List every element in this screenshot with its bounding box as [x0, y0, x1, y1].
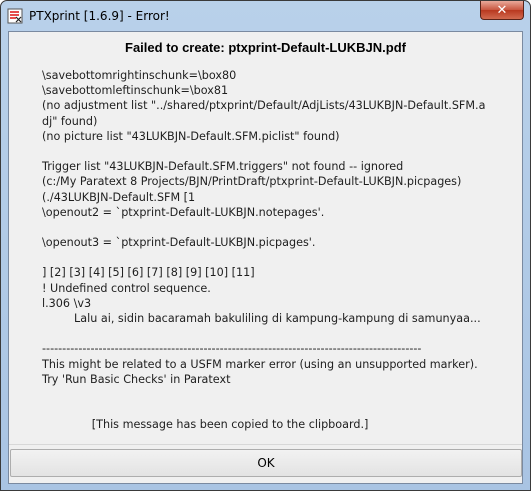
message-line: ----------------------------------------… [42, 342, 422, 356]
error-message-text: \savebottomrightinschunk=\box80 \savebott… [42, 68, 518, 433]
ok-button[interactable]: OK [10, 449, 522, 477]
message-line: Lalu ai, sidin bacaramah bakuliling di k… [42, 312, 481, 325]
message-line [42, 144, 518, 159]
message-line: Trigger list "43LUKBJN-Default.SFM.trigg… [42, 160, 404, 174]
close-button[interactable]: ✕ [480, 1, 524, 20]
message-line: (no adjustment list "../shared/ptxprint/… [42, 99, 486, 113]
message-line: \savebottomleftinschunk=\box81 [42, 84, 229, 98]
dialog-body: Failed to create: ptxprint-Default-LUKBJ… [8, 31, 523, 484]
button-bar: OK [9, 444, 522, 483]
message-line: (c:/My Paratext 8 Projects/BJN/PrintDraf… [42, 175, 462, 189]
message-line [42, 402, 518, 417]
title-bar[interactable]: PTXprint [1.6.9] - Error! ✕ [1, 1, 530, 31]
app-icon [7, 8, 23, 24]
message-line: (no picture list "43LUKBJN-Default.SFM.p… [42, 129, 340, 143]
message-line: (./43LUKBJN-Default.SFM [1 [42, 190, 196, 204]
message-line [42, 220, 518, 235]
message-line: ] [2] [3] [4] [5] [6] [7] [8] [9] [10] [… [42, 266, 255, 280]
error-dialog-window: PTXprint [1.6.9] - Error! ✕ Failed to cr… [0, 0, 531, 491]
message-line [42, 387, 518, 402]
message-line: [This message has been copied to the cli… [42, 418, 369, 432]
message-line: l.306 \v3 [42, 296, 92, 310]
ok-button-label: OK [257, 456, 275, 470]
message-line: Try 'Run Basic Checks' in Paratext [42, 372, 231, 386]
message-line: \openout2 = `ptxprint-Default-LUKBJN.not… [42, 205, 325, 219]
dialog-heading: Failed to create: ptxprint-Default-LUKBJ… [125, 40, 406, 55]
message-line [42, 250, 518, 265]
message-line: dj" found) [42, 114, 98, 128]
close-icon: ✕ [496, 2, 508, 18]
message-line: \savebottomrightinschunk=\box80 [42, 69, 237, 82]
message-line [42, 326, 518, 341]
message-line: \openout3 = `ptxprint-Default-LUKBJN.pic… [42, 236, 316, 250]
window-title: PTXprint [1.6.9] - Error! [29, 9, 170, 23]
message-line: This might be related to a USFM marker e… [42, 357, 478, 371]
message-line: ! Undefined control sequence. [42, 281, 211, 295]
